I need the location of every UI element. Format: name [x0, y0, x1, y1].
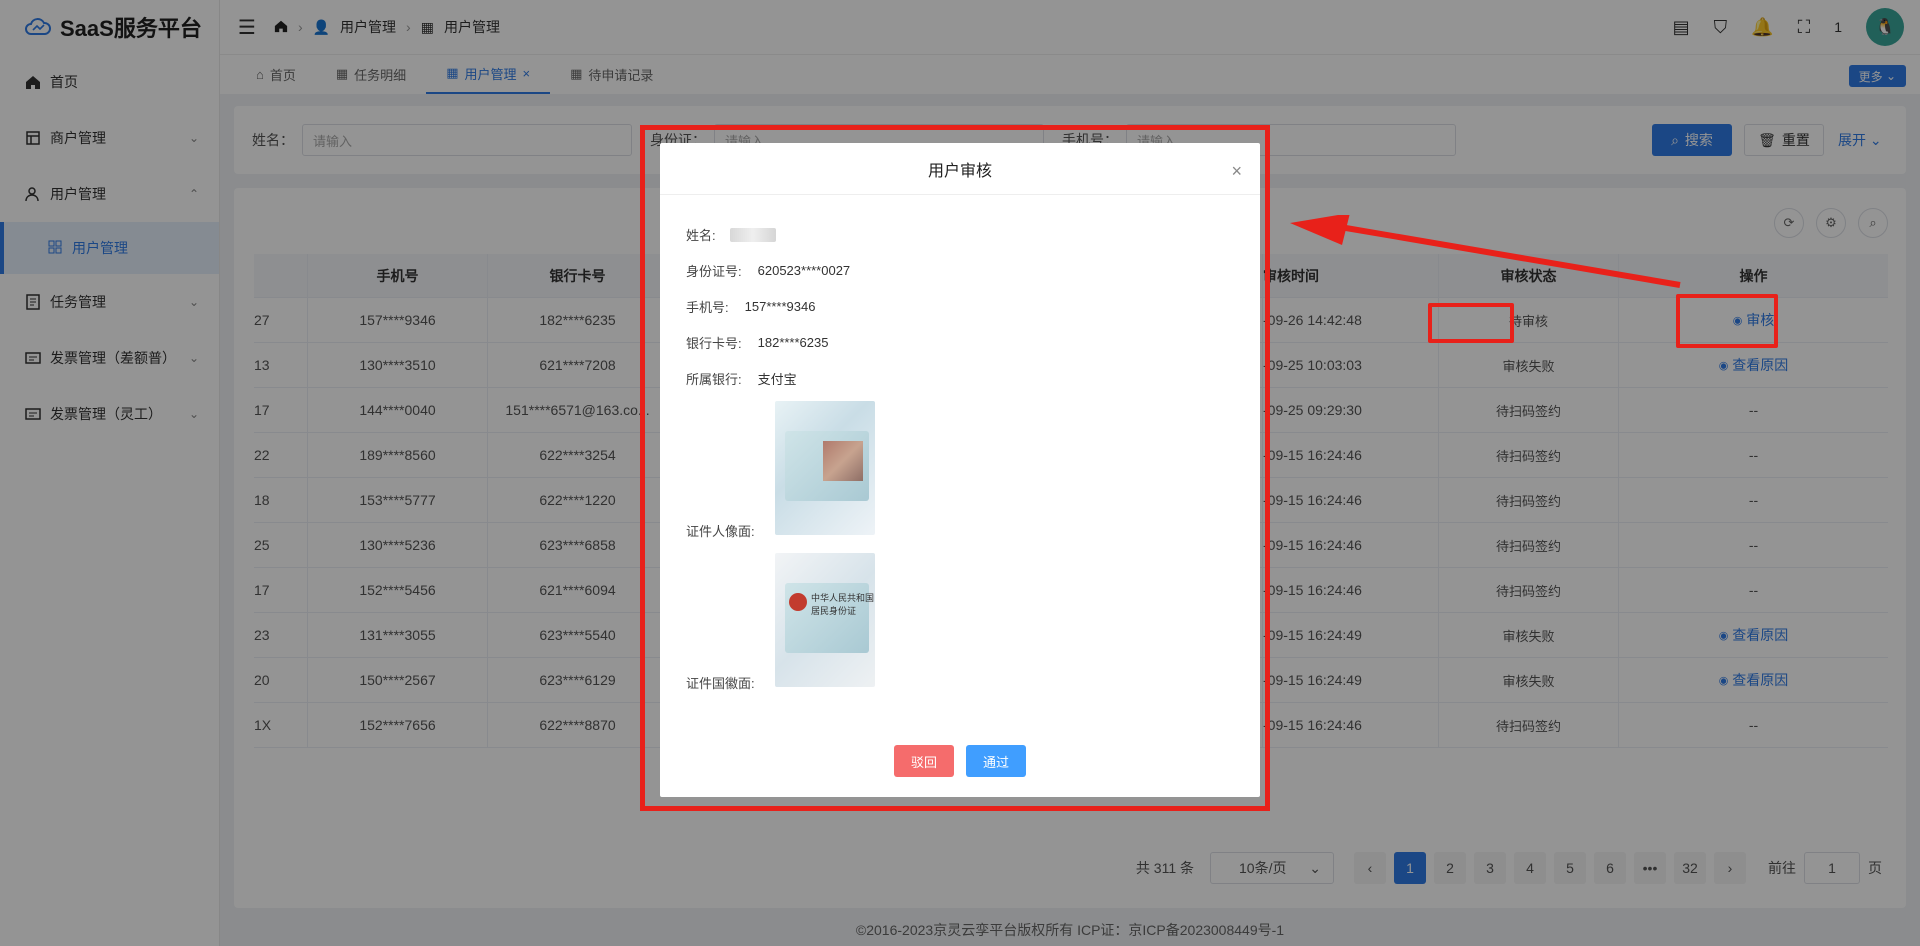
- annotation-arrow-icon: [1290, 215, 1681, 288]
- annotation-status-box: [1428, 303, 1514, 343]
- bank-label: 所属银行:: [686, 372, 742, 387]
- reject-button[interactable]: 驳回: [894, 745, 954, 777]
- card-row: 银行卡号: 182****6235: [686, 333, 828, 352]
- bank-row: 所属银行: 支付宝: [686, 369, 797, 388]
- annotation-action-box: [1676, 294, 1778, 348]
- id-card-text: 中华人民共和国 居民身份证: [811, 593, 875, 616]
- user-audit-dialog: 用户审核 × 姓名: 身份证号: 620523****0027 手机号: 157…: [660, 143, 1260, 797]
- blurred-portrait: [823, 441, 863, 481]
- bank-value: 支付宝: [757, 372, 797, 387]
- close-icon[interactable]: ×: [1231, 161, 1242, 182]
- back-row: 证件国徽面:: [686, 673, 755, 692]
- name-label: 姓名:: [686, 228, 716, 243]
- id-value: 620523****0027: [757, 263, 851, 278]
- card-value: 182****6235: [757, 335, 829, 350]
- phone-value: 157****9346: [744, 299, 816, 314]
- pass-button[interactable]: 通过: [966, 745, 1026, 777]
- phone-label: 手机号:: [686, 300, 729, 315]
- national-emblem-icon: [789, 593, 807, 611]
- dialog-header: 用户审核 ×: [660, 143, 1260, 195]
- id-front-image[interactable]: [775, 401, 875, 535]
- blurred-name: [729, 227, 776, 242]
- dialog-title: 用户审核: [927, 162, 992, 180]
- name-row: 姓名:: [686, 225, 776, 244]
- front-label: 证件人像面:: [686, 524, 755, 539]
- phone-row: 手机号: 157****9346: [686, 297, 815, 316]
- front-row: 证件人像面:: [686, 521, 755, 540]
- back-label: 证件国徽面:: [686, 676, 755, 691]
- id-row: 身份证号: 620523****0027: [686, 261, 850, 280]
- card-label: 银行卡号:: [686, 336, 742, 351]
- id-back-image[interactable]: 中华人民共和国 居民身份证: [775, 553, 875, 687]
- id-label: 身份证号:: [686, 264, 742, 279]
